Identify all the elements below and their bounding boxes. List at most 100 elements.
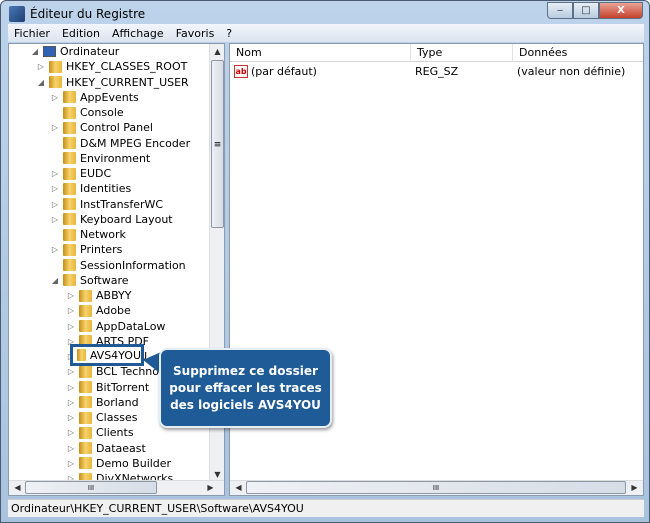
expand-arrow-icon[interactable]: ▷: [51, 169, 59, 178]
tree-item-label: AppDataLow: [96, 319, 166, 333]
values-horizontal-scrollbar[interactable]: ◀ III ▶: [230, 480, 643, 495]
folder-icon: [79, 289, 92, 302]
tree-item[interactable]: ▷ Classes: [67, 410, 138, 425]
column-data[interactable]: Données: [513, 44, 643, 62]
selected-key-highlight[interactable]: AVS4YOU: [70, 344, 144, 366]
tree-item[interactable]: SessionInformation: [51, 258, 186, 273]
folder-icon: [79, 381, 92, 393]
column-type[interactable]: Type: [411, 44, 513, 62]
tree-item-label: InstTransferWC: [80, 197, 164, 211]
folder-icon: [63, 274, 76, 287]
tree-item-label: HKEY_CLASSES_ROOT: [66, 60, 188, 74]
tree-item-label: Adobe: [96, 304, 131, 318]
tree-item-label: Printers: [80, 243, 123, 257]
expand-arrow-icon[interactable]: ▷: [51, 245, 59, 254]
tree-item[interactable]: Environment: [51, 151, 150, 166]
folder-icon: [63, 91, 76, 104]
expand-arrow-icon[interactable]: ▷: [67, 459, 75, 468]
expand-arrow-icon[interactable]: ▷: [67, 291, 75, 300]
tree-item[interactable]: ▷ AppEvents: [51, 90, 139, 105]
tree-item-label: Ordinateur: [60, 45, 120, 58]
tree-horizontal-scrollbar[interactable]: ◀ III ▶: [9, 480, 224, 495]
menu-affichage[interactable]: Affichage: [106, 27, 170, 40]
folder-icon: [79, 396, 92, 409]
tree-item[interactable]: ▷ HKEY_CLASSES_ROOT: [37, 59, 187, 74]
tree-item-label: Environment: [80, 151, 151, 165]
tree-item[interactable]: ▷ Keyboard Layout: [51, 212, 173, 227]
close-button[interactable]: X: [599, 2, 643, 19]
tree-item[interactable]: ◢ Ordinateur: [31, 44, 119, 59]
folder-icon: [79, 457, 92, 470]
value-data: (valeur non définie): [517, 65, 626, 78]
expand-arrow-icon[interactable]: ▷: [67, 322, 75, 331]
column-name[interactable]: Nom: [230, 44, 411, 62]
expand-arrow-icon[interactable]: ▷: [67, 367, 75, 376]
menu-fichier[interactable]: Fichier: [8, 27, 56, 40]
folder-icon: [63, 259, 76, 271]
tree-item[interactable]: ▷ Demo Builder: [67, 456, 171, 471]
tree-item[interactable]: ▷ EUDC: [51, 166, 111, 181]
expand-arrow-icon[interactable]: ▷: [67, 383, 75, 392]
window-title: Éditeur du Registre: [30, 7, 146, 21]
status-bar-path: Ordinateur\HKEY_CURRENT_USER\Software\AV…: [8, 499, 644, 517]
tree-item[interactable]: ▷ ABBYY: [67, 288, 132, 303]
expand-arrow-icon[interactable]: ▷: [51, 123, 59, 132]
tree-item-label: ABBYY: [96, 289, 132, 302]
folder-icon: [79, 365, 92, 378]
expand-arrow-icon[interactable]: ▷: [67, 444, 75, 453]
menu-help[interactable]: ?: [220, 27, 238, 40]
tree-item[interactable]: Console: [51, 105, 124, 120]
expand-arrow-icon[interactable]: ▷: [37, 62, 45, 71]
scroll-up-icon[interactable]: ▲: [211, 45, 224, 58]
registry-editor-window: Éditeur du Registre ‒ □ X Fichier Editio…: [0, 0, 650, 523]
value-row[interactable]: ab (par défaut) REG_SZ (valeur non défin…: [234, 64, 639, 79]
expand-arrow-icon[interactable]: ◢: [51, 276, 59, 285]
tree-item-label: Identities: [80, 182, 132, 196]
tree-item[interactable]: ▷ Control Panel: [51, 120, 153, 135]
tree-item[interactable]: ◢ Software: [51, 273, 129, 288]
h-scroll-thumb[interactable]: III: [25, 481, 157, 494]
tree-item[interactable]: ▷ BitTorrent: [67, 380, 149, 395]
minimize-button[interactable]: ‒: [547, 2, 573, 19]
folder-icon: [63, 182, 76, 195]
tree-item[interactable]: ▷ AppDataLow: [67, 319, 166, 334]
folder-icon: [63, 243, 76, 256]
menu-edition[interactable]: Edition: [56, 27, 106, 40]
tree-item[interactable]: ◢ HKEY_CURRENT_USER: [37, 75, 189, 90]
tree-item[interactable]: ▷ Printers: [51, 242, 122, 257]
expand-arrow-icon[interactable]: ◢: [31, 47, 39, 56]
folder-icon: [63, 228, 76, 241]
expand-arrow-icon[interactable]: ▷: [67, 428, 75, 437]
tree-item[interactable]: ▷ Borland: [67, 395, 139, 410]
expand-arrow-icon[interactable]: ▷: [67, 398, 75, 407]
expand-arrow-icon[interactable]: ▷: [67, 413, 75, 422]
tree-item[interactable]: ▷ Clients: [67, 425, 134, 440]
tree-item[interactable]: D&M MPEG Encoder: [51, 136, 190, 151]
folder-icon: [79, 442, 92, 454]
tree-item[interactable]: ▷ Dataeast: [67, 441, 146, 456]
expand-arrow-icon[interactable]: ▷: [51, 93, 59, 102]
folder-icon: [63, 106, 76, 119]
folder-icon: [79, 304, 92, 317]
expand-arrow-icon[interactable]: ▷: [51, 200, 59, 209]
tree-item-label: Control Panel: [80, 121, 153, 135]
tree-item[interactable]: ▷ Adobe: [67, 303, 131, 318]
folder-icon: [77, 349, 86, 361]
values-pane: Nom Type Données ab (par défaut) REG_SZ …: [229, 43, 644, 496]
h-scroll-thumb[interactable]: III: [246, 481, 626, 494]
scroll-left-icon[interactable]: ◀: [232, 481, 245, 494]
scroll-left-icon[interactable]: ◀: [11, 481, 24, 494]
tree-item[interactable]: ▷ InstTransferWC: [51, 197, 163, 212]
menu-favoris[interactable]: Favoris: [170, 27, 221, 40]
expand-arrow-icon[interactable]: ◢: [37, 78, 45, 87]
scroll-right-icon[interactable]: ▶: [628, 481, 641, 494]
tree-item[interactable]: ▷ Identities: [51, 181, 131, 196]
expand-arrow-icon[interactable]: ▷: [51, 184, 59, 193]
scroll-right-icon[interactable]: ▶: [204, 481, 217, 494]
expand-arrow-icon[interactable]: ▷: [51, 215, 59, 224]
folder-icon: [63, 213, 76, 226]
scroll-thumb[interactable]: ≡: [211, 60, 224, 228]
tree-item[interactable]: Network: [51, 227, 126, 242]
expand-arrow-icon[interactable]: ▷: [67, 306, 75, 315]
maximize-button[interactable]: □: [573, 2, 599, 19]
